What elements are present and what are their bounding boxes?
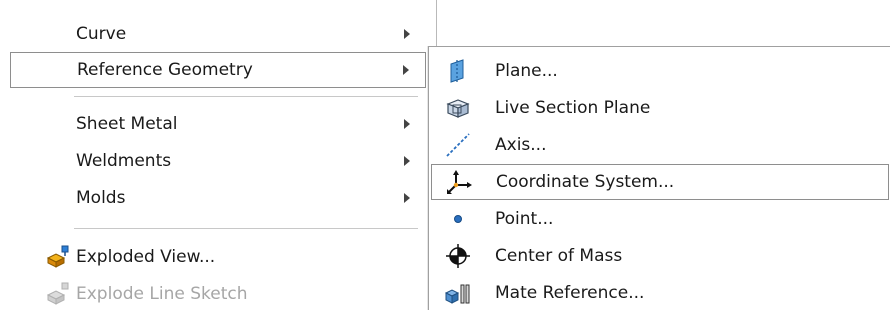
mate-reference-icon	[445, 281, 471, 307]
menu-item-label: Coordinate System...	[496, 172, 675, 192]
submenu-item-live-section-plane[interactable]: Live Section Plane	[431, 90, 889, 126]
explode-line-sketch-icon	[44, 281, 70, 307]
menu-item-label: Reference Geometry	[77, 60, 253, 80]
submenu-arrow-icon	[404, 119, 410, 129]
menu-item-label: Center of Mass	[495, 246, 623, 266]
submenu-arrow-icon	[404, 193, 410, 203]
menu-item-molds[interactable]: Molds	[10, 180, 426, 216]
menu-item-label: Explode Line Sketch	[76, 284, 248, 304]
menu-item-label: Mate Reference...	[495, 283, 645, 303]
menu-separator	[74, 228, 418, 229]
coordinate-system-icon	[446, 169, 472, 195]
submenu-item-plane[interactable]: Plane...	[431, 53, 889, 89]
reference-geometry-submenu: Plane... Live Section Plane Axis... Coor…	[428, 46, 890, 310]
menu-item-weldments[interactable]: Weldments	[10, 143, 426, 179]
submenu-item-center-of-mass[interactable]: Center of Mass	[431, 238, 889, 274]
submenu-item-mate-reference[interactable]: Mate Reference...	[431, 275, 889, 311]
menu-item-label: Sheet Metal	[76, 114, 178, 134]
exploded-view-icon	[44, 244, 70, 270]
live-section-plane-icon	[445, 95, 471, 121]
menu-item-reference-geometry[interactable]: Reference Geometry	[10, 52, 426, 88]
submenu-arrow-icon	[404, 156, 410, 166]
submenu-arrow-icon	[403, 65, 409, 75]
menu-item-label: Live Section Plane	[495, 98, 651, 118]
menu-item-label: Axis...	[495, 135, 547, 155]
axis-icon	[445, 132, 471, 158]
submenu-item-axis[interactable]: Axis...	[431, 127, 889, 163]
menu-item-label: Exploded View...	[76, 247, 216, 267]
menu-separator	[74, 96, 418, 97]
menu-item-exploded-view[interactable]: Exploded View...	[10, 239, 426, 275]
center-of-mass-icon	[445, 243, 471, 269]
point-icon	[445, 206, 471, 232]
menu-item-label: Point...	[495, 209, 554, 229]
submenu-item-coordinate-system[interactable]: Coordinate System...	[431, 164, 889, 200]
menu-item-label: Plane...	[495, 61, 558, 81]
insert-menu: Curve Reference Geometry Sheet Metal Wel…	[0, 0, 437, 309]
menu-item-label: Weldments	[76, 151, 172, 171]
menu-item-sheet-metal[interactable]: Sheet Metal	[10, 106, 426, 142]
menu-item-label: Molds	[76, 188, 126, 208]
menu-item-curve[interactable]: Curve	[10, 16, 426, 52]
submenu-item-point[interactable]: Point...	[431, 201, 889, 237]
plane-icon	[445, 58, 471, 84]
menu-item-explode-line-sketch: Explode Line Sketch	[10, 276, 426, 312]
menu-item-label: Curve	[76, 24, 127, 44]
submenu-arrow-icon	[404, 29, 410, 39]
